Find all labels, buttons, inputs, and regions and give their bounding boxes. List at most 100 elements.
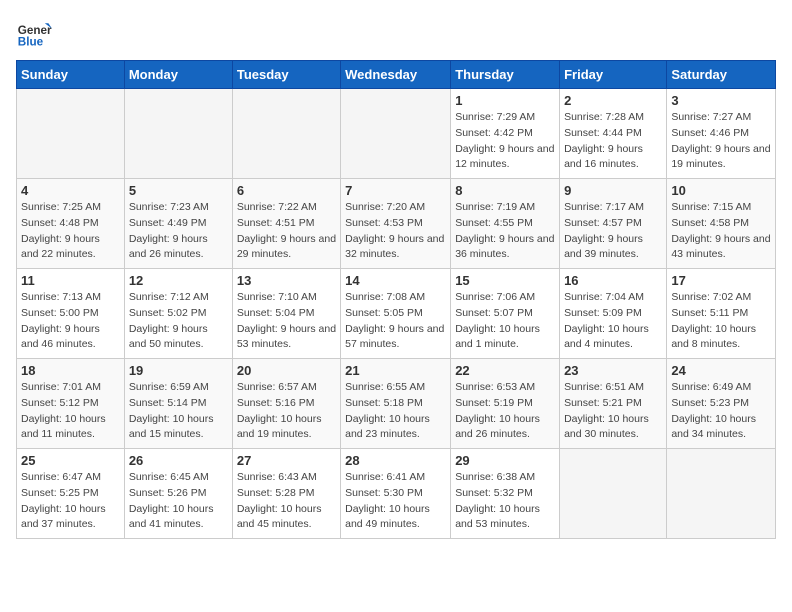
day-info: Sunrise: 7:20 AMSunset: 4:53 PMDaylight:…	[345, 200, 446, 263]
day-number: 15	[455, 273, 555, 288]
calendar-cell: 3 Sunrise: 7:27 AMSunset: 4:46 PMDaylight…	[667, 89, 776, 179]
day-number: 20	[237, 363, 336, 378]
day-info: Sunrise: 6:59 AMSunset: 5:14 PMDaylight:…	[129, 380, 228, 443]
day-number: 1	[455, 93, 555, 108]
day-number: 19	[129, 363, 228, 378]
day-number: 14	[345, 273, 446, 288]
day-number: 3	[671, 93, 771, 108]
day-info: Sunrise: 6:49 AMSunset: 5:23 PMDaylight:…	[671, 380, 771, 443]
day-number: 18	[21, 363, 120, 378]
day-info: Sunrise: 6:47 AMSunset: 5:25 PMDaylight:…	[21, 470, 120, 533]
calendar-cell: 27 Sunrise: 6:43 AMSunset: 5:28 PMDayligh…	[232, 449, 340, 539]
day-number: 8	[455, 183, 555, 198]
day-info: Sunrise: 7:17 AMSunset: 4:57 PMDaylight:…	[564, 200, 662, 263]
logo-icon: General Blue	[16, 16, 52, 52]
calendar-cell: 2 Sunrise: 7:28 AMSunset: 4:44 PMDaylight…	[560, 89, 667, 179]
day-info: Sunrise: 7:01 AMSunset: 5:12 PMDaylight:…	[21, 380, 120, 443]
calendar-day-header: Thursday	[451, 61, 560, 89]
day-number: 27	[237, 453, 336, 468]
calendar-cell: 8 Sunrise: 7:19 AMSunset: 4:55 PMDaylight…	[451, 179, 560, 269]
calendar-cell: 25 Sunrise: 6:47 AMSunset: 5:25 PMDayligh…	[17, 449, 125, 539]
calendar-cell	[667, 449, 776, 539]
calendar-cell: 15 Sunrise: 7:06 AMSunset: 5:07 PMDayligh…	[451, 269, 560, 359]
calendar-cell: 12 Sunrise: 7:12 AMSunset: 5:02 PMDayligh…	[124, 269, 232, 359]
day-info: Sunrise: 6:45 AMSunset: 5:26 PMDaylight:…	[129, 470, 228, 533]
day-number: 22	[455, 363, 555, 378]
calendar-cell	[232, 89, 340, 179]
day-info: Sunrise: 7:02 AMSunset: 5:11 PMDaylight:…	[671, 290, 771, 353]
day-number: 23	[564, 363, 662, 378]
calendar-cell: 10 Sunrise: 7:15 AMSunset: 4:58 PMDayligh…	[667, 179, 776, 269]
calendar-cell: 17Sunrise: 7:02 AMSunset: 5:11 PMDayligh…	[667, 269, 776, 359]
calendar-cell: 14 Sunrise: 7:08 AMSunset: 5:05 PMDayligh…	[341, 269, 451, 359]
calendar-cell	[17, 89, 125, 179]
day-info: Sunrise: 7:12 AMSunset: 5:02 PMDaylight:…	[129, 290, 228, 353]
day-number: 21	[345, 363, 446, 378]
calendar-cell	[124, 89, 232, 179]
calendar-day-header: Saturday	[667, 61, 776, 89]
calendar-week-row: 25 Sunrise: 6:47 AMSunset: 5:25 PMDayligh…	[17, 449, 776, 539]
day-number: 9	[564, 183, 662, 198]
day-number: 26	[129, 453, 228, 468]
calendar-week-row: 18 Sunrise: 7:01 AMSunset: 5:12 PMDayligh…	[17, 359, 776, 449]
svg-text:Blue: Blue	[18, 36, 44, 49]
calendar-cell: 5Sunrise: 7:23 AMSunset: 4:49 PMDaylight…	[124, 179, 232, 269]
calendar-cell: 4 Sunrise: 7:25 AMSunset: 4:48 PMDaylight…	[17, 179, 125, 269]
day-number: 10	[671, 183, 771, 198]
day-info: Sunrise: 7:06 AMSunset: 5:07 PMDaylight:…	[455, 290, 555, 353]
day-number: 12	[129, 273, 228, 288]
calendar-table: SundayMondayTuesdayWednesdayThursdayFrid…	[16, 60, 776, 539]
day-number: 16	[564, 273, 662, 288]
day-info: Sunrise: 7:23 AMSunset: 4:49 PMDaylight:…	[129, 200, 228, 263]
day-number: 2	[564, 93, 662, 108]
day-info: Sunrise: 7:25 AMSunset: 4:48 PMDaylight:…	[21, 200, 120, 263]
day-number: 6	[237, 183, 336, 198]
day-info: Sunrise: 7:15 AMSunset: 4:58 PMDaylight:…	[671, 200, 771, 263]
day-number: 4	[21, 183, 120, 198]
day-info: Sunrise: 7:10 AMSunset: 5:04 PMDaylight:…	[237, 290, 336, 353]
day-info: Sunrise: 6:57 AMSunset: 5:16 PMDaylight:…	[237, 380, 336, 443]
calendar-cell: 9 Sunrise: 7:17 AMSunset: 4:57 PMDaylight…	[560, 179, 667, 269]
day-info: Sunrise: 7:13 AMSunset: 5:00 PMDaylight:…	[21, 290, 120, 353]
day-info: Sunrise: 6:41 AMSunset: 5:30 PMDaylight:…	[345, 470, 446, 533]
calendar-header-row: SundayMondayTuesdayWednesdayThursdayFrid…	[17, 61, 776, 89]
day-info: Sunrise: 7:28 AMSunset: 4:44 PMDaylight:…	[564, 110, 662, 173]
day-number: 13	[237, 273, 336, 288]
calendar-cell: 26 Sunrise: 6:45 AMSunset: 5:26 PMDayligh…	[124, 449, 232, 539]
calendar-cell: 6 Sunrise: 7:22 AMSunset: 4:51 PMDaylight…	[232, 179, 340, 269]
day-number: 24	[671, 363, 771, 378]
calendar-week-row: 1 Sunrise: 7:29 AMSunset: 4:42 PMDaylight…	[17, 89, 776, 179]
calendar-cell: 13 Sunrise: 7:10 AMSunset: 5:04 PMDayligh…	[232, 269, 340, 359]
day-info: Sunrise: 6:43 AMSunset: 5:28 PMDaylight:…	[237, 470, 336, 533]
calendar-cell: 16 Sunrise: 7:04 AMSunset: 5:09 PMDayligh…	[560, 269, 667, 359]
calendar-day-header: Friday	[560, 61, 667, 89]
day-number: 28	[345, 453, 446, 468]
calendar-cell: 7Sunrise: 7:20 AMSunset: 4:53 PMDaylight…	[341, 179, 451, 269]
day-info: Sunrise: 7:22 AMSunset: 4:51 PMDaylight:…	[237, 200, 336, 263]
day-info: Sunrise: 7:08 AMSunset: 5:05 PMDaylight:…	[345, 290, 446, 353]
day-info: Sunrise: 6:51 AMSunset: 5:21 PMDaylight:…	[564, 380, 662, 443]
calendar-cell: 28 Sunrise: 6:41 AMSunset: 5:30 PMDayligh…	[341, 449, 451, 539]
calendar-cell	[560, 449, 667, 539]
day-info: Sunrise: 6:38 AMSunset: 5:32 PMDaylight:…	[455, 470, 555, 533]
calendar-cell: 22 Sunrise: 6:53 AMSunset: 5:19 PMDayligh…	[451, 359, 560, 449]
day-info: Sunrise: 7:27 AMSunset: 4:46 PMDaylight:…	[671, 110, 771, 173]
day-info: Sunrise: 7:19 AMSunset: 4:55 PMDaylight:…	[455, 200, 555, 263]
page-header: General Blue	[16, 16, 776, 52]
calendar-cell: 29Sunrise: 6:38 AMSunset: 5:32 PMDayligh…	[451, 449, 560, 539]
calendar-week-row: 4 Sunrise: 7:25 AMSunset: 4:48 PMDaylight…	[17, 179, 776, 269]
day-number: 25	[21, 453, 120, 468]
day-info: Sunrise: 6:55 AMSunset: 5:18 PMDaylight:…	[345, 380, 446, 443]
calendar-cell: 19 Sunrise: 6:59 AMSunset: 5:14 PMDayligh…	[124, 359, 232, 449]
calendar-cell: 11Sunrise: 7:13 AMSunset: 5:00 PMDayligh…	[17, 269, 125, 359]
calendar-cell: 18 Sunrise: 7:01 AMSunset: 5:12 PMDayligh…	[17, 359, 125, 449]
day-info: Sunrise: 7:04 AMSunset: 5:09 PMDaylight:…	[564, 290, 662, 353]
day-info: Sunrise: 6:53 AMSunset: 5:19 PMDaylight:…	[455, 380, 555, 443]
calendar-day-header: Tuesday	[232, 61, 340, 89]
calendar-cell: 23 Sunrise: 6:51 AMSunset: 5:21 PMDayligh…	[560, 359, 667, 449]
day-info: Sunrise: 7:29 AMSunset: 4:42 PMDaylight:…	[455, 110, 555, 173]
logo: General Blue	[16, 16, 56, 52]
calendar-week-row: 11Sunrise: 7:13 AMSunset: 5:00 PMDayligh…	[17, 269, 776, 359]
calendar-day-header: Monday	[124, 61, 232, 89]
calendar-cell: 24 Sunrise: 6:49 AMSunset: 5:23 PMDayligh…	[667, 359, 776, 449]
